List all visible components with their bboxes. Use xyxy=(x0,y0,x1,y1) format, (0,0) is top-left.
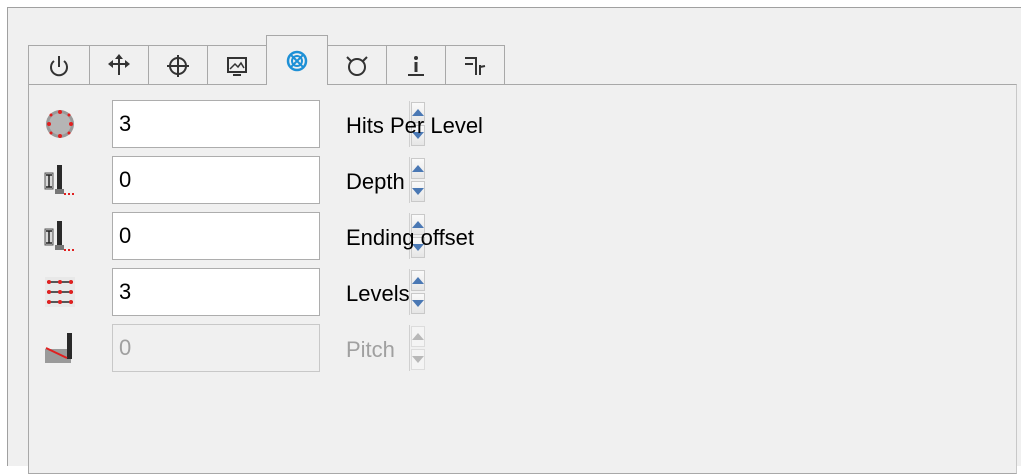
pitch-icon xyxy=(42,330,78,366)
info-icon xyxy=(408,55,424,76)
tool-path-icon xyxy=(465,56,486,75)
crosshair-icon xyxy=(167,54,189,77)
levels-increment-button[interactable] xyxy=(411,270,425,291)
tab-probe-pattern[interactable] xyxy=(266,35,328,85)
ending-offset-label: Ending offset xyxy=(346,225,475,250)
depth-increment-button[interactable] xyxy=(411,158,425,179)
pitch-label: Pitch xyxy=(346,337,395,362)
levels-decrement-button[interactable] xyxy=(411,293,425,314)
circle-gauge-icon xyxy=(346,55,368,76)
tab-strip xyxy=(28,35,505,85)
ending-offset-icon xyxy=(42,218,78,254)
arrow-up-icon xyxy=(412,165,424,172)
pitch-increment-button xyxy=(411,326,425,347)
move-arrows-icon xyxy=(108,53,130,75)
field-row-pitch: Pitch xyxy=(42,324,425,372)
arrow-up-icon xyxy=(412,333,424,340)
depth-label: Depth xyxy=(346,169,405,194)
field-row-depth: Depth xyxy=(42,156,425,204)
power-icon xyxy=(50,55,68,76)
tab-circle-gauge[interactable] xyxy=(327,45,387,85)
pitch-spinner xyxy=(112,324,425,372)
levels-icon xyxy=(42,274,78,310)
arrow-up-icon xyxy=(412,277,424,284)
depth-spinner xyxy=(112,156,425,204)
tab-tool-path[interactable] xyxy=(445,45,505,85)
image-icon xyxy=(227,56,247,76)
depth-decrement-button[interactable] xyxy=(411,181,425,202)
depth-spin-buttons xyxy=(409,157,426,203)
field-row-levels: Levels xyxy=(42,268,425,316)
tab-info[interactable] xyxy=(386,45,446,85)
pitch-decrement-button xyxy=(411,349,425,370)
tab-power[interactable] xyxy=(28,45,90,85)
probe-pattern-icon xyxy=(286,50,308,71)
field-row-hits-per-level: Hits Per Level xyxy=(42,100,483,148)
tab-image[interactable] xyxy=(207,45,267,85)
hits-per-level-spinner xyxy=(112,100,425,148)
pitch-spin-buttons xyxy=(409,325,426,371)
tab-move[interactable] xyxy=(89,45,149,85)
depth-icon xyxy=(42,162,78,198)
tab-crosshair[interactable] xyxy=(148,45,208,85)
levels-spin-buttons xyxy=(409,269,426,315)
arrow-down-icon xyxy=(412,356,424,363)
ending-offset-spinner xyxy=(112,212,425,260)
arrow-down-icon xyxy=(412,300,424,307)
arrow-down-icon xyxy=(412,188,424,195)
levels-spinner xyxy=(112,268,425,316)
field-row-ending-offset: Ending offset xyxy=(42,212,474,260)
levels-label: Levels xyxy=(346,281,410,306)
hits-per-level-icon xyxy=(42,106,78,142)
hits-per-level-label: Hits Per Level xyxy=(346,113,483,138)
